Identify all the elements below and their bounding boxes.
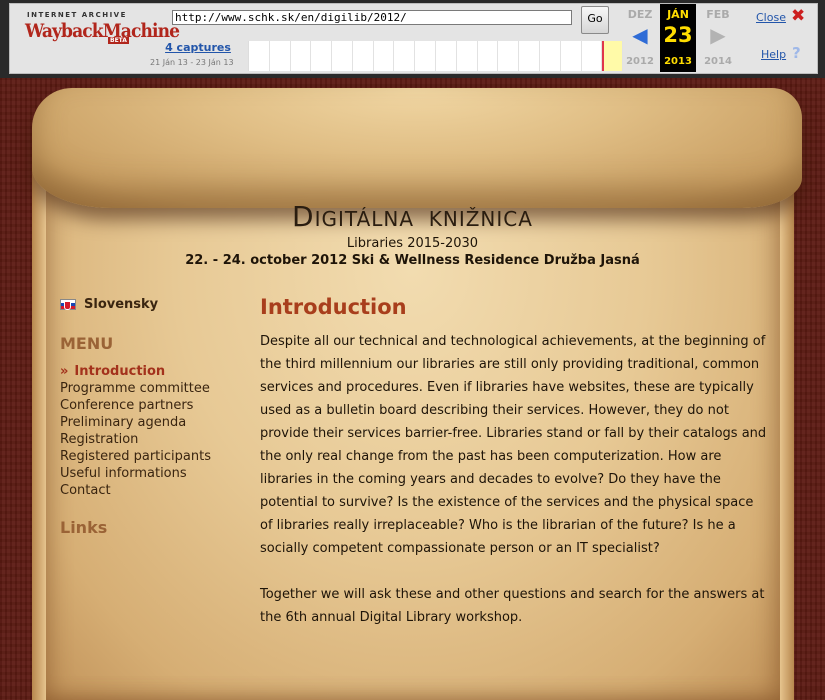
- event-line: 22. - 24. october 2012 Ski & Wellness Re…: [185, 253, 640, 268]
- sparkline-cell[interactable]: [374, 41, 395, 71]
- language-label[interactable]: Slovensky: [84, 297, 158, 312]
- sparkline-cell[interactable]: [291, 41, 312, 71]
- captures-link[interactable]: 4 captures: [150, 41, 246, 54]
- sparkline-cell[interactable]: [457, 41, 478, 71]
- menu-item-registered-participants[interactable]: Registered participants: [60, 448, 211, 465]
- sparkline-cell[interactable]: [270, 41, 291, 71]
- prev-year-label: 2012: [626, 56, 654, 67]
- url-input[interactable]: http://www.schk.sk/en/digilib/2012/: [172, 10, 572, 25]
- sparkline-cell[interactable]: [311, 41, 333, 71]
- close-link[interactable]: Close: [756, 11, 786, 24]
- sparkline-cell-current[interactable]: [602, 41, 624, 71]
- parchment-scroll-top: [32, 88, 802, 208]
- capture-sparkline[interactable]: [248, 41, 624, 71]
- sparkline-cell[interactable]: [353, 41, 374, 71]
- help-link[interactable]: Help: [761, 48, 786, 61]
- go-button[interactable]: Go: [581, 6, 609, 34]
- help-icon[interactable]: ?: [792, 44, 801, 62]
- site-subtitle: Libraries 2015-2030: [346, 236, 479, 251]
- sparkline-cell[interactable]: [436, 41, 457, 71]
- main-menu: » Introduction Programme committee Confer…: [60, 363, 211, 499]
- page-title: Introduction: [260, 295, 407, 319]
- site-title-rest: IGITÁLNA KNIŽNICA: [314, 207, 533, 231]
- current-month-label: JÁN: [667, 8, 689, 21]
- sparkline-cell[interactable]: [249, 41, 270, 71]
- active-marker-icon: »: [60, 364, 69, 379]
- slovak-flag-icon: [60, 299, 76, 310]
- site-title: DIGITÁLNA KNIŽNICA: [0, 200, 825, 233]
- sparkline-cell[interactable]: [498, 41, 520, 71]
- sparkline-cell[interactable]: [540, 41, 561, 71]
- paragraph: Despite all our technical and technologi…: [260, 334, 767, 556]
- next-month-label: FEB: [706, 8, 730, 21]
- close-icon[interactable]: ✖: [791, 6, 805, 26]
- sparkline-cell[interactable]: [561, 41, 582, 71]
- next-month: FEB ▶ 2014: [700, 4, 736, 67]
- current-month: JÁN 23 2013: [660, 4, 696, 72]
- sparkline-cell[interactable]: [415, 41, 437, 71]
- prev-month[interactable]: DEZ ◀ 2012: [622, 4, 658, 67]
- current-day-label: 23: [663, 23, 693, 47]
- sparkline-cell[interactable]: [332, 41, 353, 71]
- menu-item-conference-partners[interactable]: Conference partners: [60, 397, 211, 414]
- capture-range: 21 Ján 13 - 23 Ján 13: [150, 58, 234, 67]
- main-content: Despite all our technical and technologi…: [260, 330, 770, 652]
- next-arrow-icon: ▶: [710, 23, 726, 47]
- next-year-label: 2014: [704, 56, 732, 67]
- menu-item-useful-informations[interactable]: Useful informations: [60, 465, 211, 482]
- sparkline-cell[interactable]: [394, 41, 416, 71]
- logo-badge: BETA: [108, 37, 129, 44]
- wayback-logo[interactable]: INTERNET ARCHIVE WaybackMachine BETA: [25, 10, 180, 50]
- site-title-initial: D: [292, 200, 315, 233]
- menu-item-introduction[interactable]: » Introduction: [60, 363, 211, 380]
- links-heading[interactable]: Links: [60, 518, 107, 537]
- prev-month-label: DEZ: [627, 8, 653, 21]
- current-year-label: 2013: [664, 56, 692, 67]
- menu-item-contact[interactable]: Contact: [60, 482, 211, 499]
- logo-line2: WaybackMachine: [25, 20, 180, 42]
- menu-item-preliminary-agenda[interactable]: Preliminary agenda: [60, 414, 211, 431]
- sparkline-cell[interactable]: [582, 41, 603, 71]
- menu-item-label[interactable]: Introduction: [74, 364, 165, 379]
- wayback-toolbar: INTERNET ARCHIVE WaybackMachine BETA htt…: [0, 0, 825, 78]
- sparkline-cell[interactable]: [519, 41, 540, 71]
- menu-heading: MENU: [60, 334, 114, 353]
- menu-item-programme-committee[interactable]: Programme committee: [60, 380, 211, 397]
- menu-item-registration[interactable]: Registration: [60, 431, 211, 448]
- prev-arrow-icon[interactable]: ◀: [622, 21, 658, 49]
- language-switch[interactable]: Slovensky: [60, 297, 158, 312]
- sparkline-cell[interactable]: [478, 41, 499, 71]
- paragraph: Together we will ask these and other que…: [260, 587, 765, 625]
- wayback-toolbar-panel: INTERNET ARCHIVE WaybackMachine BETA htt…: [9, 3, 818, 74]
- logo-line1: INTERNET ARCHIVE: [27, 11, 127, 19]
